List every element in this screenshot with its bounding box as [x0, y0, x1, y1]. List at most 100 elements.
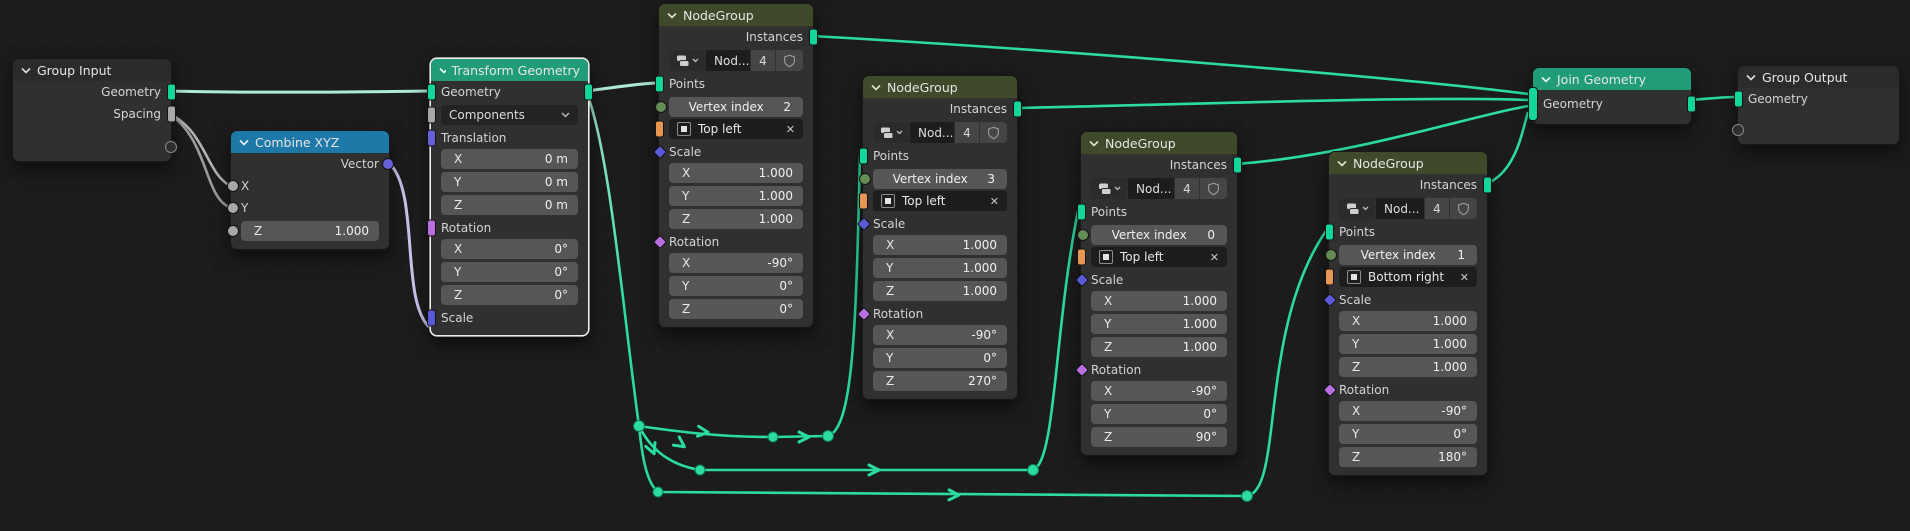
nodegroup-header[interactable]: NodeGroup — [659, 4, 813, 26]
group-output-node[interactable]: Group Output Geometry — [1732, 65, 1900, 145]
vertex-index-field[interactable]: Vertex index 3 — [873, 169, 1007, 189]
nodetree-name-field[interactable]: Nod... — [910, 122, 954, 143]
instances-output-socket[interactable] — [808, 28, 818, 46]
scale-y-field[interactable]: Y 1.000 — [873, 258, 1007, 278]
browse-nodetree-button[interactable] — [669, 50, 705, 71]
browse-nodetree-button[interactable] — [1091, 178, 1127, 199]
scale-y-field[interactable]: Y 1.000 — [669, 186, 803, 206]
combine-xyz-node[interactable]: Combine XYZ Vector X Y Z 1.000 — [226, 130, 394, 250]
nodegroup-2-node[interactable]: NodeGroup Instances Nod... 4 Points Vert… — [856, 75, 1022, 400]
group-input-header[interactable]: Group Input — [13, 59, 171, 81]
vertex-index-field[interactable]: Vertex index 2 — [669, 97, 803, 117]
vertex-index-socket[interactable] — [654, 101, 667, 113]
scale-z-field[interactable]: Z 1.000 — [873, 281, 1007, 301]
translation-y-field[interactable]: Y 0 m — [441, 172, 578, 192]
target-object-socket[interactable] — [858, 192, 868, 210]
user-count-badge[interactable]: 4 — [955, 122, 979, 143]
rotation-y-field[interactable]: Y 0° — [441, 262, 578, 282]
group-output-header[interactable]: Group Output — [1738, 66, 1899, 88]
scale-input-socket[interactable] — [1322, 292, 1337, 308]
scale-y-field[interactable]: Y 1.000 — [1091, 314, 1227, 334]
clear-object-button[interactable]: ✕ — [786, 123, 795, 136]
geometry-output-socket[interactable] — [166, 83, 176, 101]
user-count-badge[interactable]: 4 — [1175, 178, 1199, 199]
rotation-x-field[interactable]: X -90° — [669, 253, 803, 273]
scale-x-field[interactable]: X 1.000 — [873, 235, 1007, 255]
geometry-input-socket[interactable] — [1733, 90, 1743, 108]
scale-input-socket[interactable] — [426, 309, 436, 327]
rotation-z-field[interactable]: Z 180° — [1339, 447, 1477, 467]
translation-z-field[interactable]: Z 0 m — [441, 195, 578, 215]
rotation-z-field[interactable]: Z 0° — [441, 285, 578, 305]
nodegroup-1-node[interactable]: NodeGroup Instances Nod... 4 Points Vert… — [652, 3, 818, 328]
combine-xyz-header[interactable]: Combine XYZ — [231, 131, 389, 153]
target-object-field[interactable]: Top left ✕ — [873, 191, 1007, 211]
rotation-y-field[interactable]: Y 0° — [1339, 424, 1477, 444]
vector-output-socket[interactable] — [381, 158, 394, 170]
scale-input-socket[interactable] — [652, 144, 667, 160]
geometry-input-socket[interactable] — [426, 83, 436, 101]
target-object-socket[interactable] — [654, 120, 664, 138]
nodetree-name-field[interactable]: Nod... — [1376, 198, 1424, 219]
geometry-multi-input-socket[interactable] — [1528, 87, 1538, 121]
instances-output-socket[interactable] — [1012, 100, 1022, 118]
z-value-field[interactable]: Z 1.000 — [241, 221, 379, 241]
vertex-index-socket[interactable] — [858, 173, 871, 185]
points-input-socket[interactable] — [1324, 223, 1334, 241]
nodetree-name-field[interactable]: Nod... — [1128, 178, 1174, 199]
virtual-output-socket[interactable] — [165, 141, 177, 153]
vertex-index-socket[interactable] — [1324, 249, 1337, 261]
rotation-input-socket[interactable] — [1074, 362, 1089, 378]
scale-z-field[interactable]: Z 1.000 — [1091, 337, 1227, 357]
target-object-field[interactable]: Top left ✕ — [669, 119, 803, 139]
z-input-socket[interactable] — [226, 225, 239, 237]
join-geometry-header[interactable]: Join Geometry — [1533, 68, 1691, 90]
x-input-socket[interactable] — [226, 180, 239, 192]
vertex-index-socket[interactable] — [1076, 229, 1089, 241]
rotation-x-field[interactable]: X -90° — [873, 325, 1007, 345]
instances-output-socket[interactable] — [1482, 176, 1492, 194]
vertex-index-field[interactable]: Vertex index 0 — [1091, 225, 1227, 245]
transform-geometry-node[interactable]: Transform Geometry Geometry Components T… — [426, 58, 593, 336]
translation-input-socket[interactable] — [426, 129, 436, 147]
group-input-node[interactable]: Group Input Geometry Spacing — [12, 58, 177, 162]
scale-x-field[interactable]: X 1.000 — [1339, 311, 1477, 331]
rotation-input-socket[interactable] — [652, 234, 667, 250]
geometry-output-socket[interactable] — [583, 83, 593, 101]
nodegroup-header[interactable]: NodeGroup — [1081, 132, 1237, 154]
transform-geometry-header[interactable]: Transform Geometry — [431, 59, 588, 81]
target-object-field[interactable]: Bottom right ✕ — [1339, 267, 1477, 287]
virtual-input-socket[interactable] — [1732, 124, 1744, 136]
target-object-field[interactable]: Top left ✕ — [1091, 247, 1227, 267]
target-object-socket[interactable] — [1324, 268, 1334, 286]
scale-input-socket[interactable] — [856, 216, 871, 232]
nodegroup-header[interactable]: NodeGroup — [863, 76, 1017, 98]
nodegroup-3-node[interactable]: NodeGroup Instances Nod... 4 Points Vert… — [1074, 131, 1242, 456]
points-input-socket[interactable] — [858, 147, 868, 165]
scale-z-field[interactable]: Z 1.000 — [669, 209, 803, 229]
y-input-socket[interactable] — [226, 202, 239, 214]
rotation-z-field[interactable]: Z 90° — [1091, 427, 1227, 447]
rotation-input-socket[interactable] — [1322, 382, 1337, 398]
rotation-y-field[interactable]: Y 0° — [873, 348, 1007, 368]
fake-user-shield-button[interactable] — [1450, 198, 1477, 219]
rotation-input-socket[interactable] — [856, 306, 871, 322]
scale-y-field[interactable]: Y 1.000 — [1339, 334, 1477, 354]
clear-object-button[interactable]: ✕ — [1460, 271, 1469, 284]
node-editor-canvas[interactable]: Group Input Geometry Spacing Combine XYZ… — [0, 0, 1910, 531]
spacing-output-socket[interactable] — [166, 105, 176, 123]
nodegroup-4-node[interactable]: NodeGroup Instances Nod... 4 Points Vert… — [1322, 151, 1492, 476]
rotation-z-field[interactable]: Z 270° — [873, 371, 1007, 391]
fake-user-shield-button[interactable] — [1200, 178, 1227, 199]
fake-user-shield-button[interactable] — [776, 50, 803, 71]
target-object-socket[interactable] — [1076, 248, 1086, 266]
fake-user-shield-button[interactable] — [980, 122, 1007, 143]
browse-nodetree-button[interactable] — [873, 122, 909, 143]
scale-input-socket[interactable] — [1074, 272, 1089, 288]
rotation-x-field[interactable]: X -90° — [1339, 401, 1477, 421]
rotation-x-field[interactable]: X 0° — [441, 239, 578, 259]
nodegroup-header[interactable]: NodeGroup — [1329, 152, 1487, 174]
clear-object-button[interactable]: ✕ — [1210, 251, 1219, 264]
rotation-z-field[interactable]: Z 0° — [669, 299, 803, 319]
rotation-y-field[interactable]: Y 0° — [1091, 404, 1227, 424]
